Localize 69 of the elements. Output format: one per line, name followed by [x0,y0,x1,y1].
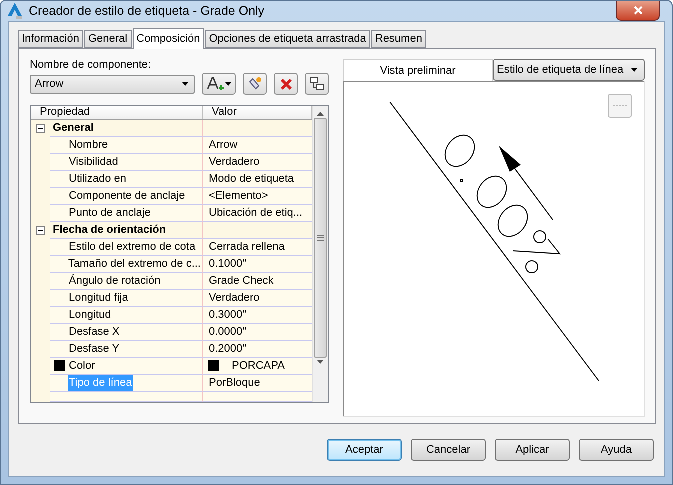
property-name[interactable]: Color [68,358,96,374]
tab[interactable]: General [84,30,132,48]
copy-component-button[interactable] [243,73,267,95]
collapse-toggle[interactable] [36,226,45,235]
collapse-toggle[interactable] [36,124,45,133]
property-value[interactable]: Verdadero [208,154,261,170]
property-value[interactable]: 0.0000" [208,324,248,340]
property-name[interactable]: Longitud fija [68,290,130,306]
property-name[interactable]: Longitud [68,306,112,323]
dialog-button[interactable]: Cancelar [411,439,486,461]
property-name[interactable]: Estilo del extremo de cota [68,238,197,255]
color-swatch [208,360,219,372]
delete-icon [280,78,292,90]
scroll-thumb[interactable] [314,118,327,358]
property-name[interactable]: Componente de anclaje [68,188,186,204]
dialog-button[interactable]: Aceptar [327,439,402,461]
property-value[interactable]: Cerrada rellena [208,238,286,255]
property-name[interactable]: Utilizado en [68,170,128,187]
property-value[interactable]: Modo de etiqueta [208,170,296,187]
property-name[interactable]: Desfase X [68,324,121,340]
caret-icon [631,68,638,72]
tab[interactable]: Composición [132,28,204,49]
property-value[interactable]: 0.2000" [208,340,248,357]
group-heading: Flecha de orientación [52,222,168,238]
property-value[interactable]: Verdadero [208,290,261,306]
tab[interactable]: Información [18,30,84,48]
stacked-boxes-icon [310,76,324,92]
tab[interactable]: Resumen [371,30,426,48]
property-value[interactable]: PORCAPA [231,358,286,374]
property-value[interactable]: 0.1000" [208,256,248,272]
property-name[interactable]: Ángulo de rotación [68,272,162,289]
grip-icon [317,235,324,241]
close-button[interactable] [616,1,660,21]
property-name[interactable]: Desfase Y [68,340,121,357]
property-name[interactable]: Punto de anclaje [68,204,152,221]
text-plus-icon [206,76,224,92]
property-value[interactable]: PorBloque [208,374,262,391]
property-name[interactable]: Tamaño del extremo de c... [67,256,202,272]
column-header[interactable]: Propiedad [31,106,203,119]
add-text-button[interactable] [202,73,236,95]
property-value[interactable]: <Elemento> [208,188,270,204]
component-dropdown[interactable]: Arrow [30,74,195,94]
tab[interactable]: Opciones de etiqueta arrastrada [205,30,370,48]
scroll-down-icon[interactable] [317,360,324,364]
delete-button[interactable] [274,73,298,95]
property-value[interactable]: 0.3000" [208,306,248,323]
close-icon [634,6,642,15]
property-name[interactable]: Visibilidad [68,154,120,170]
preview-label: Vista preliminar [343,59,493,81]
color-swatch [54,360,65,372]
property-value[interactable]: Grade Check [208,272,275,289]
column-header[interactable]: Valor [203,106,312,119]
style-dropdown[interactable]: Estilo de etiqueta de línea [493,59,645,81]
order-button[interactable] [305,73,329,95]
property-name[interactable]: Nombre [68,136,110,153]
group-heading: General [52,120,95,136]
dialog-button[interactable]: Ayuda [579,439,654,461]
property-value[interactable]: Ubicación de etiq... [208,204,304,221]
caret-icon [182,82,189,86]
scroll-up-icon[interactable] [317,112,324,116]
component-label: Nombre de componente: [30,59,152,71]
view-toggle-icon[interactable] [608,94,632,118]
sparkle-brush-icon [247,76,263,92]
dialog-button[interactable]: Aplicar [495,439,570,461]
scrollbar[interactable] [312,106,328,402]
window-title: Creador de estilo de etiqueta - Grade Only [29,4,266,18]
caret-icon [224,82,232,86]
property-value[interactable]: Arrow [208,136,239,153]
app-logo-icon [7,2,23,20]
